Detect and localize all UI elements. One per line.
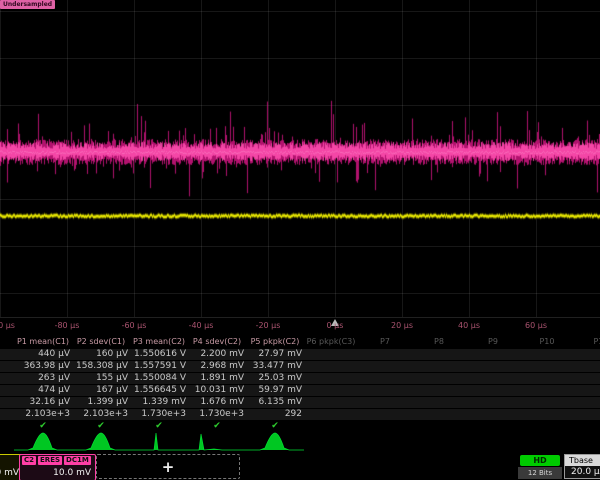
timebase-descriptor[interactable]: Tbase 20.0 µs — [564, 454, 600, 479]
time-axis-label: 0 µs — [305, 321, 365, 330]
c2-eres-tag: ERES — [38, 456, 62, 465]
measurement-cell: 167 µV — [72, 385, 130, 396]
measurement-cell: 363.98 µV — [14, 361, 72, 372]
param-header-row: P1 mean(C1)P2 sdev(C1)P3 mean(C2)P4 sdev… — [0, 336, 600, 349]
measurement-cell: 6.135 mV — [246, 397, 304, 408]
table-row: 363.98 µV158.308 µV1.557591 V2.968 mV33.… — [0, 361, 600, 372]
measurement-cell: 1.730e+3 — [188, 409, 246, 420]
bit-depth-label: 12 Bits — [518, 467, 562, 479]
param-header-p10[interactable]: P10 — [520, 336, 574, 349]
measurement-cell: 32.16 µV — [14, 397, 72, 408]
histicon-spike-left[interactable] — [188, 431, 246, 452]
undersampled-warning-badge: Undersampled — [0, 0, 55, 9]
param-header-p5[interactable]: P5 pkpk(C2) — [246, 336, 304, 349]
param-header-p11[interactable]: P11 — [574, 336, 600, 349]
measurement-cell: 292 — [246, 409, 304, 420]
measurement-cell: 59.97 mV — [246, 385, 304, 396]
param-header-p4[interactable]: P4 sdev(C2) — [188, 336, 246, 349]
channel-c2-descriptor[interactable]: C2 ERES DC1M 10.0 mV — [19, 454, 96, 480]
hd-mode-badge[interactable]: HD — [520, 455, 560, 466]
measurement-cell: 155 µV — [72, 373, 130, 384]
measurement-cell: 27.97 mV — [246, 349, 304, 360]
c2-scale-value: 10.0 mV — [22, 468, 93, 479]
measurement-cell: 10.031 mV — [188, 385, 246, 396]
measurement-cell: 1.891 mV — [188, 373, 246, 384]
measurement-cell: 1.557591 V — [130, 361, 188, 372]
measurement-cell: 1.730e+3 — [130, 409, 188, 420]
measurement-cell: 25.03 mV — [246, 373, 304, 384]
measurement-cell: 263 µV — [14, 373, 72, 384]
measurement-cell: 1.339 mV — [130, 397, 188, 408]
measurement-cell: 1.550084 V — [130, 373, 188, 384]
measurement-cell: 440 µV — [14, 349, 72, 360]
time-axis-label: -60 µs — [104, 321, 164, 330]
param-header-p1[interactable]: P1 mean(C1) — [14, 336, 72, 349]
time-axis: -100 µs -80 µs -60 µs -40 µs -20 µs 0 µs 20 µs… — [0, 318, 600, 334]
time-axis-label: -20 µs — [238, 321, 298, 330]
descriptor-bar: C1 DC1M 10.0 mV C2 ERES DC1M 10.0 mV + H… — [0, 453, 600, 480]
time-axis-label: -100 µs — [0, 321, 30, 330]
timebase-title: Tbase — [565, 455, 600, 466]
table-row: 32.16 µV1.399 µV1.339 mV1.676 mV6.135 mV — [0, 397, 600, 408]
table-row: 263 µV155 µV1.550084 V1.891 mV25.03 mV — [0, 373, 600, 384]
graticule[interactable]: Undersampled — [0, 0, 600, 318]
measurement-rows: 440 µV160 µV1.550616 V2.200 mV27.97 mV36… — [0, 349, 600, 420]
param-header-p7[interactable]: P7 — [358, 336, 412, 349]
c1-scale-value: 10.0 mV — [0, 468, 21, 479]
timebase-value: 20.0 µs — [565, 466, 600, 478]
add-trace-button[interactable]: + — [96, 454, 240, 479]
waveform-display[interactable] — [0, 0, 600, 317]
measurement-cell: 1.556645 V — [130, 385, 188, 396]
time-axis-label: -40 µs — [171, 321, 231, 330]
table-row: 474 µV167 µV1.556645 V10.031 mV59.97 mV — [0, 385, 600, 396]
measurement-cell: 2.968 mV — [188, 361, 246, 372]
measurement-cell: 1.550616 V — [130, 349, 188, 360]
param-header-p8[interactable]: P8 — [412, 336, 466, 349]
histicon-row — [0, 431, 600, 452]
measurement-table: P1 mean(C1)P2 sdev(C1)P3 mean(C2)P4 sdev… — [0, 336, 600, 432]
table-row: 2.103e+32.103e+31.730e+31.730e+3292 — [0, 409, 600, 420]
histicon-bell[interactable] — [14, 431, 72, 452]
param-header-p3[interactable]: P3 mean(C2) — [130, 336, 188, 349]
measurement-cell: 474 µV — [14, 385, 72, 396]
table-row: 440 µV160 µV1.550616 V2.200 mV27.97 mV — [0, 349, 600, 360]
measurement-cell: 1.399 µV — [72, 397, 130, 408]
measurement-cell: 1.676 mV — [188, 397, 246, 408]
param-header-p6[interactable]: P6 pkpk(C3) — [304, 336, 358, 349]
param-header-p9[interactable]: P9 — [466, 336, 520, 349]
measurement-cell: 2.103e+3 — [14, 409, 72, 420]
param-header-p2[interactable]: P2 sdev(C1) — [72, 336, 130, 349]
plus-icon: + — [162, 458, 175, 476]
time-axis-label: 20 µs — [372, 321, 432, 330]
c2-coupling-tag: DC1M — [64, 456, 91, 465]
time-axis-label: 40 µs — [439, 321, 499, 330]
c2-badge: C2 — [22, 456, 36, 465]
time-axis-label: 60 µs — [506, 321, 566, 330]
histicon-spike[interactable] — [130, 431, 188, 452]
oscilloscope-screen: Undersampled -100 µs -80 µs -60 µs -40 µs -2… — [0, 0, 600, 480]
measurement-cell: 158.308 µV — [72, 361, 130, 372]
measurement-cell: 2.200 mV — [188, 349, 246, 360]
histicon-bell[interactable] — [246, 431, 304, 452]
measurement-cell: 160 µV — [72, 349, 130, 360]
time-axis-label: -80 µs — [37, 321, 97, 330]
measurement-cell: 2.103e+3 — [72, 409, 130, 420]
histicon-bell[interactable] — [72, 431, 130, 452]
measurement-cell: 33.477 mV — [246, 361, 304, 372]
